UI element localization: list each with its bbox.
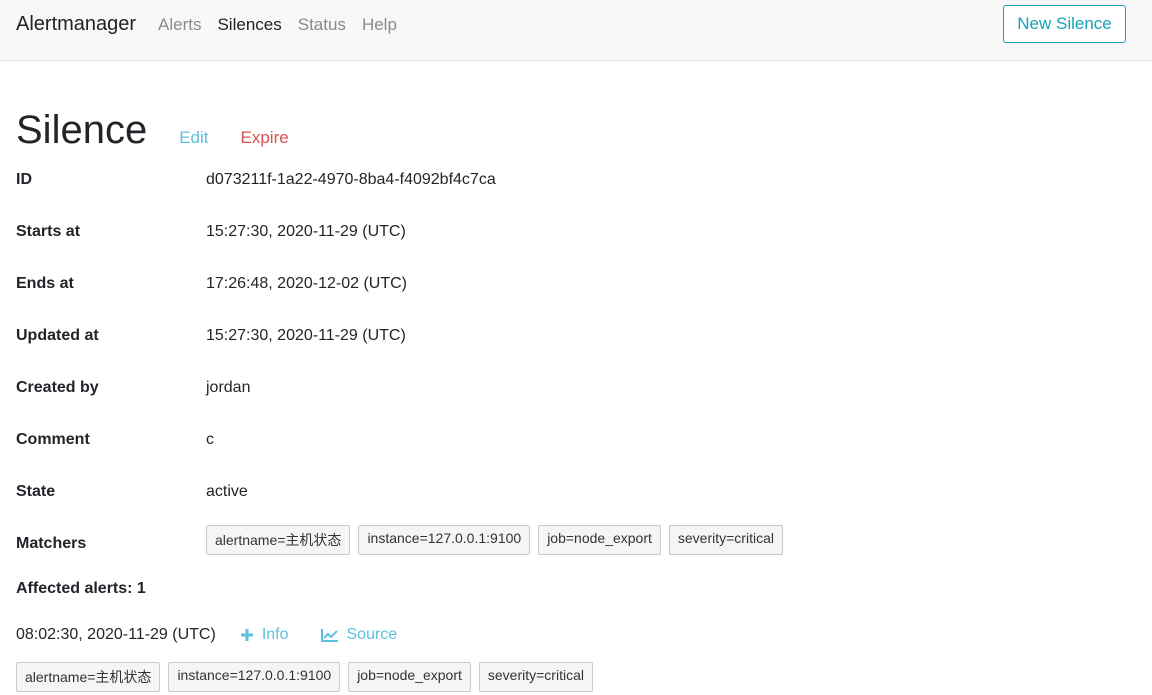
detail-label: Created by	[16, 379, 99, 396]
affected-alerts-title: Affected alerts: 1	[16, 580, 146, 597]
detail-row-state: State active	[16, 480, 248, 504]
detail-label: Updated at	[16, 327, 99, 344]
plus-icon	[240, 628, 254, 642]
alert-label-chip: alertname=主机状态	[16, 662, 161, 692]
alert-label-chip: severity=critical	[478, 662, 593, 692]
detail-row-created-by: Created by jordan	[16, 376, 250, 400]
detail-label: ID	[16, 171, 32, 188]
edit-link[interactable]: Edit	[179, 128, 208, 148]
detail-value: d073211f-1a22-4970-8ba4-f4092bf4c7ca	[206, 171, 496, 188]
detail-value: jordan	[206, 379, 251, 396]
nav-status[interactable]: Status	[298, 15, 346, 35]
nav-alerts[interactable]: Alerts	[158, 15, 201, 35]
source-link[interactable]: Source	[320, 626, 398, 644]
matcher-chip: job=node_export	[538, 525, 661, 555]
detail-value: 15:27:30, 2020-11-29 (UTC)	[206, 327, 406, 344]
detail-row-ends-at: Ends at 17:26:48, 2020-12-02 (UTC)	[16, 272, 407, 296]
info-button[interactable]: Info	[240, 626, 289, 644]
alert-label-chip: instance=127.0.0.1:9100	[168, 662, 341, 692]
matcher-chip: severity=critical	[668, 525, 783, 555]
detail-label: Matchers	[16, 535, 87, 552]
affected-alert-row: 08:02:30, 2020-11-29 (UTC) Info Source	[16, 626, 429, 644]
nav-menu: Alerts Silences Status Help	[158, 15, 413, 35]
detail-label: State	[16, 483, 56, 500]
detail-value: active	[206, 483, 248, 500]
source-label: Source	[346, 626, 398, 643]
matcher-chip: alertname=主机状态	[206, 525, 351, 555]
detail-value: c	[206, 431, 214, 448]
detail-row-id: ID d073211f-1a22-4970-8ba4-f4092bf4c7ca	[16, 168, 496, 192]
nav-help[interactable]: Help	[362, 15, 397, 35]
page-title: Silence	[16, 108, 148, 152]
new-silence-button[interactable]: New Silence	[1003, 5, 1126, 43]
detail-row-comment: Comment c	[16, 428, 214, 452]
detail-value: 15:27:30, 2020-11-29 (UTC)	[206, 223, 406, 240]
detail-row-updated-at: Updated at 15:27:30, 2020-11-29 (UTC)	[16, 324, 406, 348]
page-header: Silence Edit Expire	[16, 108, 289, 153]
detail-value: 17:26:48, 2020-12-02 (UTC)	[206, 275, 407, 292]
detail-row-matchers: Matchers alertname=主机状态 instance=127.0.0…	[16, 525, 791, 556]
info-label: Info	[261, 626, 289, 643]
detail-label: Comment	[16, 431, 90, 448]
nav-silences[interactable]: Silences	[217, 15, 281, 35]
brand-link[interactable]: Alertmanager	[16, 13, 136, 36]
detail-label: Ends at	[16, 275, 74, 292]
alert-label-chips: alertname=主机状态 instance=127.0.0.1:9100 j…	[16, 662, 601, 692]
matcher-chips: alertname=主机状态 instance=127.0.0.1:9100 j…	[206, 525, 791, 555]
expire-link[interactable]: Expire	[241, 128, 289, 148]
alert-label-chip: job=node_export	[348, 662, 471, 692]
navbar: Alertmanager Alerts Silences Status Help…	[0, 0, 1152, 61]
alert-time: 08:02:30, 2020-11-29 (UTC)	[16, 626, 216, 643]
matcher-chip: instance=127.0.0.1:9100	[358, 525, 531, 555]
detail-row-starts-at: Starts at 15:27:30, 2020-11-29 (UTC)	[16, 220, 406, 244]
detail-label: Starts at	[16, 223, 81, 240]
chart-line-icon	[320, 628, 339, 642]
